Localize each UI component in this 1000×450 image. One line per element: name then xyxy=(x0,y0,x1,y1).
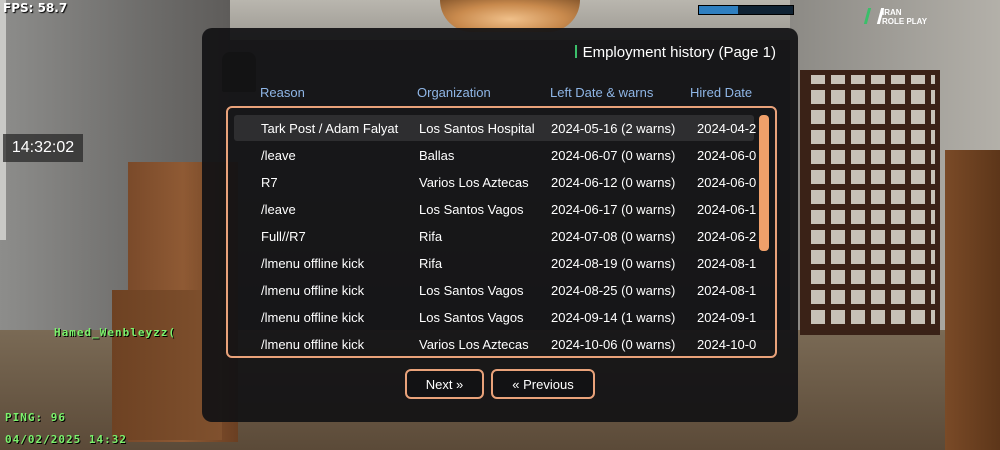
cell-hired-date: 2024-06-1 xyxy=(697,202,757,217)
table-row[interactable]: /lmenu offline kick Varios Los Aztecas 202… xyxy=(234,331,757,356)
cell-left-date: 2024-06-07 (0 warns) xyxy=(551,148,676,163)
cell-organization: Rifa xyxy=(419,229,443,244)
lattice-screen xyxy=(800,70,940,335)
player-nametag: Hamed_Wenbleyzz( xyxy=(54,326,176,339)
cell-left-date: 2024-08-19 (0 warns) xyxy=(551,256,676,271)
cell-hired-date: 2024-10-0 xyxy=(697,337,757,352)
wooden-door xyxy=(945,150,1000,450)
wall-edge xyxy=(0,0,6,240)
cell-left-date: 2024-10-06 (0 warns) xyxy=(551,337,676,352)
cell-hired-date: 2024-06-0 xyxy=(697,175,757,190)
cell-reason: R7 xyxy=(261,175,278,190)
table-row[interactable]: /leave Los Santos Vagos 2024-06-17 (0 warn… xyxy=(234,196,757,222)
server-logo: IRAN ROLE PLAY xyxy=(863,6,930,28)
cell-hired-date: 2024-06-0 xyxy=(697,148,757,163)
cell-organization: Los Santos Vagos xyxy=(419,202,524,217)
cell-reason: Tark Post / Adam Falyat xyxy=(261,121,399,136)
logo-line-2: ROLE PLAY xyxy=(882,17,928,26)
cell-hired-date: 2024-08-1 xyxy=(697,283,757,298)
column-header-left-date: Left Date & warns xyxy=(550,85,654,100)
health-bar-fill xyxy=(699,6,739,14)
table-row[interactable]: R7 Varios Los Aztecas 2024-06-12 (0 warns)… xyxy=(234,169,757,195)
table-row[interactable]: /leave Ballas 2024-06-07 (0 warns) 2024-06-… xyxy=(234,142,757,168)
title-accent-bar xyxy=(574,45,577,58)
cell-reason: Full//R7 xyxy=(261,229,306,244)
cell-organization: Varios Los Aztecas xyxy=(419,175,529,190)
table-row[interactable]: /lmenu offline kick Los Santos Vagos 2024-… xyxy=(234,277,757,303)
column-header-hired-date: Hired Date xyxy=(690,85,753,100)
cell-left-date: 2024-05-16 (2 warns) xyxy=(551,121,676,136)
table-row[interactable]: Full//R7 Rifa 2024-07-08 (0 warns) 2024-06-… xyxy=(234,223,757,249)
ping-readout: PING: 96 xyxy=(5,411,66,424)
logo-line-1: IRAN xyxy=(882,8,902,17)
cell-organization: Ballas xyxy=(419,148,455,163)
cell-hired-date: 2024-06-2 xyxy=(697,229,757,244)
cell-left-date: 2024-07-08 (0 warns) xyxy=(551,229,676,244)
table-row[interactable]: /lmenu offline kick Los Santos Vagos 2024-… xyxy=(234,304,757,330)
dialog-title-text: Employment history (Page 1) xyxy=(582,44,776,61)
dialog-title: Employment history (Page 1) xyxy=(574,44,776,61)
cell-reason: /leave xyxy=(261,148,296,163)
cell-organization: Varios Los Aztecas xyxy=(419,337,529,352)
table-row[interactable]: Tark Post / Adam Falyat Los Santos Hospit… xyxy=(234,115,757,141)
employment-history-dialog: Employment history (Page 1) Reason Organ… xyxy=(202,28,798,422)
cell-reason: /leave xyxy=(261,202,296,217)
cell-left-date: 2024-08-25 (0 warns) xyxy=(551,283,676,298)
fps-counter: FPS: 58.7 xyxy=(3,1,68,15)
history-table: Tark Post / Adam Falyat Los Santos Hospit… xyxy=(226,106,777,358)
cell-left-date: 2024-09-14 (1 warns) xyxy=(551,310,676,325)
cell-organization: Los Santos Vagos xyxy=(419,283,524,298)
cell-reason: /lmenu offline kick xyxy=(261,337,365,352)
cell-reason: /lmenu offline kick xyxy=(261,256,365,271)
health-bar xyxy=(698,5,794,15)
cell-reason: /lmenu offline kick xyxy=(261,310,365,325)
game-clock: 14:32:02 xyxy=(3,134,83,162)
cell-left-date: 2024-06-12 (0 warns) xyxy=(551,175,676,190)
cell-left-date: 2024-06-17 (0 warns) xyxy=(551,202,676,217)
previous-page-button[interactable]: « Previous xyxy=(491,369,595,399)
scrollbar[interactable] xyxy=(759,113,769,349)
cell-reason: /lmenu offline kick xyxy=(261,283,365,298)
cell-hired-date: 2024-09-1 xyxy=(697,310,757,325)
date-time-readout: 04/02/2025 14:32 xyxy=(5,433,127,446)
cell-organization: Los Santos Hospital xyxy=(419,121,535,136)
next-page-button[interactable]: Next » xyxy=(405,369,484,399)
column-header-organization: Organization xyxy=(417,85,491,100)
cell-organization: Los Santos Vagos xyxy=(419,310,524,325)
logo-text: IRAN ROLE PLAY xyxy=(882,8,927,26)
cell-organization: Rifa xyxy=(419,256,443,271)
scrollbar-thumb[interactable] xyxy=(759,115,769,251)
cell-hired-date: 2024-08-1 xyxy=(697,256,757,271)
column-header-reason: Reason xyxy=(260,85,305,100)
cell-hired-date: 2024-04-2 xyxy=(697,121,757,136)
table-row[interactable]: /lmenu offline kick Rifa 2024-08-19 (0 war… xyxy=(234,250,757,276)
